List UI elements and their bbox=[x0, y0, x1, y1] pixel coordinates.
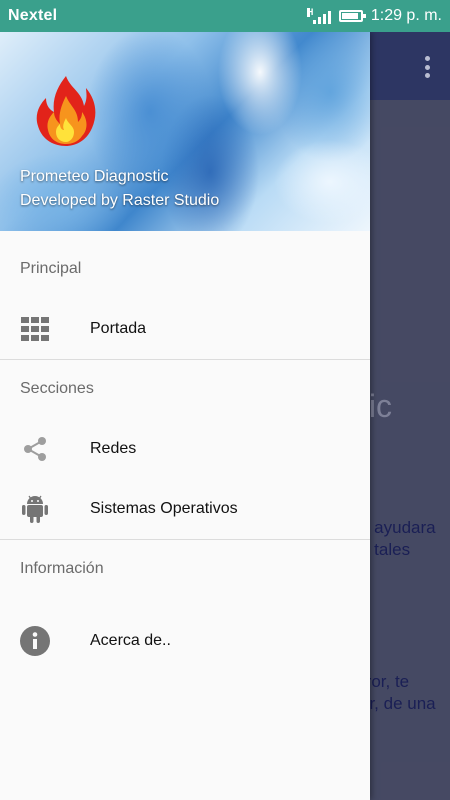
menu-item-label: Acerca de.. bbox=[90, 632, 171, 649]
section-title-principal: Principal bbox=[20, 260, 82, 277]
grid-icon bbox=[20, 314, 50, 344]
menu-item-redes[interactable]: Redes bbox=[0, 419, 370, 479]
fire-icon bbox=[36, 76, 96, 146]
menu-item-acerca-de[interactable]: Acerca de.. bbox=[0, 611, 370, 671]
info-icon bbox=[20, 626, 50, 656]
network-type-label: H bbox=[306, 7, 314, 17]
app-name: Prometeo Diagnostic bbox=[20, 168, 169, 185]
android-icon bbox=[20, 494, 50, 524]
menu-item-label: Redes bbox=[90, 440, 137, 457]
menu-item-label: Portada bbox=[90, 320, 147, 337]
menu-item-sistemas-operativos[interactable]: Sistemas Operativos bbox=[0, 479, 370, 539]
signal-icon: H bbox=[306, 7, 331, 24]
drawer-header: Prometeo Diagnostic Developed by Raster … bbox=[0, 32, 370, 231]
status-bar: Nextel H 1:29 p. m. bbox=[0, 0, 450, 32]
battery-icon bbox=[338, 10, 366, 22]
menu-item-portada[interactable]: Portada bbox=[0, 299, 370, 359]
share-icon bbox=[20, 434, 50, 464]
section-title-informacion: Información bbox=[20, 560, 104, 577]
developer-credit: Developed by Raster Studio bbox=[20, 192, 220, 209]
drawer-scrim[interactable] bbox=[370, 32, 450, 800]
carrier-name: Nextel bbox=[8, 7, 58, 24]
section-title-secciones: Secciones bbox=[20, 380, 94, 397]
menu-item-label: Sistemas Operativos bbox=[90, 500, 238, 517]
status-time: 1:29 p. m. bbox=[370, 7, 442, 24]
navigation-drawer: Prometeo Diagnostic Developed by Raster … bbox=[0, 32, 370, 800]
